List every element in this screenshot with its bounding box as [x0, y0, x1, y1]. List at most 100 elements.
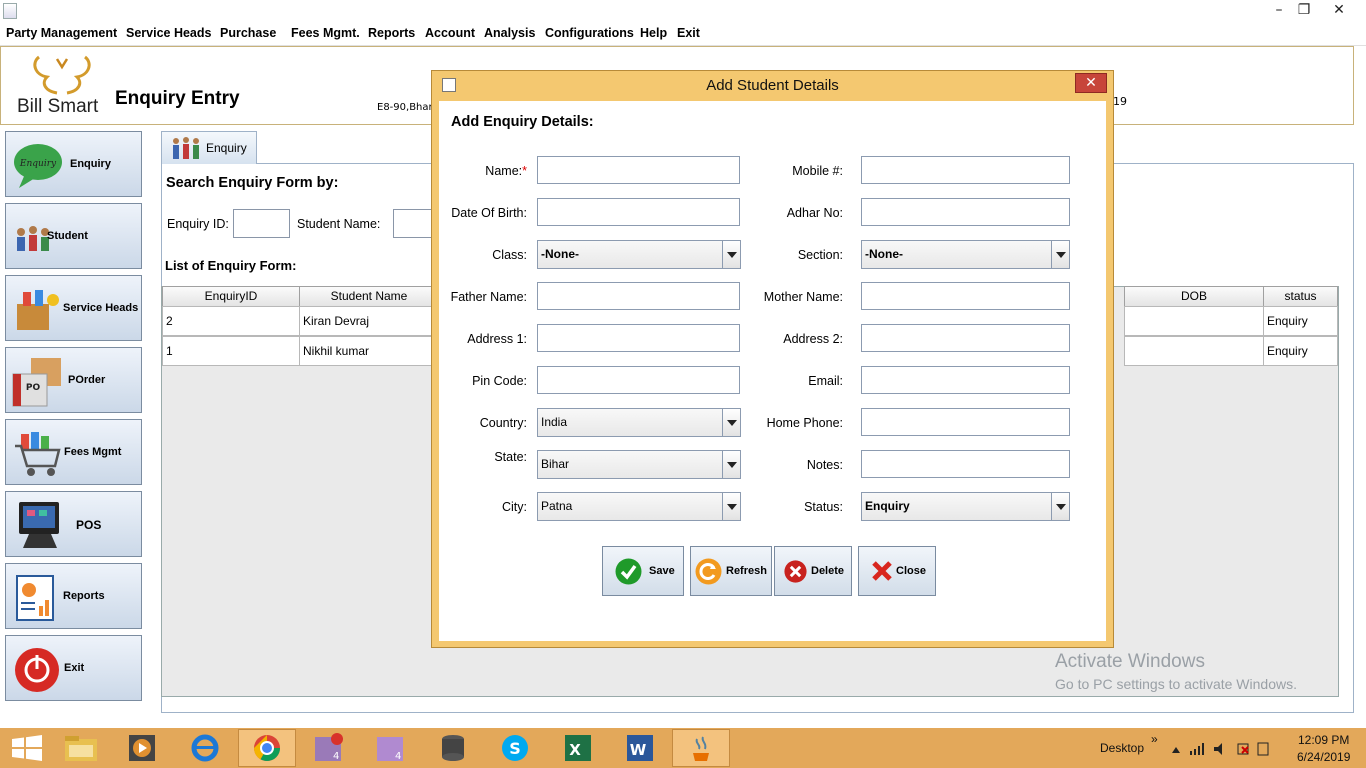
state-label: State:: [494, 450, 527, 464]
city-label: City:: [502, 500, 527, 514]
menu-party-management[interactable]: Party Management: [6, 26, 117, 40]
desktop-toolbar-label[interactable]: Desktop: [1100, 741, 1144, 755]
chevron-down-icon: [722, 409, 740, 436]
column-header-student-name[interactable]: Student Name: [299, 286, 439, 307]
table-cell-name[interactable]: Kiran Devraj: [299, 306, 439, 336]
sidebar-item-exit[interactable]: Exit: [5, 635, 142, 701]
chrome-icon[interactable]: [245, 731, 289, 765]
class-select[interactable]: -None-: [537, 240, 741, 269]
chevron-down-icon: [722, 493, 740, 520]
close-button-label: Close: [896, 565, 926, 577]
skype-icon[interactable]: S: [493, 731, 537, 765]
city-select[interactable]: Patna: [537, 492, 741, 521]
enquiry-id-input[interactable]: [233, 209, 290, 238]
menu-fees-mgmt[interactable]: Fees Mgmt.: [291, 26, 360, 40]
notes-label: Notes:: [806, 458, 843, 472]
column-header-enquiryid[interactable]: EnquiryID: [162, 286, 300, 307]
sidebar-item-label: Student: [47, 230, 88, 242]
file-explorer-icon[interactable]: [59, 731, 103, 765]
menu-help[interactable]: Help: [640, 26, 667, 40]
sidebar-item-label: POrder: [68, 374, 106, 386]
close-button[interactable]: Close: [858, 546, 936, 596]
table-cell-dob[interactable]: [1124, 306, 1264, 336]
purchase-order-icon: PO: [12, 358, 61, 407]
sidebar-item-enquiry[interactable]: Enquiry Enquiry: [5, 131, 142, 197]
table-cell-status[interactable]: Enquiry: [1263, 306, 1338, 336]
menu-configurations[interactable]: Configurations: [545, 26, 634, 40]
media-player-icon[interactable]: [121, 731, 165, 765]
country-select[interactable]: India: [537, 408, 741, 437]
notes-input[interactable]: [861, 450, 1070, 478]
state-select[interactable]: Bihar: [537, 450, 741, 479]
sidebar-item-reports[interactable]: Reports: [5, 563, 142, 629]
student-name-input[interactable]: [393, 209, 433, 238]
sidebar-item-porder[interactable]: PO POrder: [5, 347, 142, 413]
home-phone-label: Home Phone:: [766, 416, 843, 430]
mother-name-input[interactable]: [861, 282, 1070, 310]
bill-smart-logo-icon: [33, 55, 91, 95]
pin-code-input[interactable]: [537, 366, 740, 394]
clock-date[interactable]: 6/24/2019: [1297, 750, 1350, 764]
dialog-close-button[interactable]: ✕: [1075, 73, 1107, 93]
column-header-status[interactable]: status: [1263, 286, 1338, 307]
chevron-down-icon: [722, 241, 740, 268]
dob-input[interactable]: [537, 198, 740, 226]
column-header-dob[interactable]: DOB: [1124, 286, 1264, 307]
address1-label: Address 1:: [467, 332, 527, 346]
sidebar-item-student[interactable]: Student: [5, 203, 142, 269]
table-cell-dob[interactable]: [1124, 336, 1264, 366]
save-button[interactable]: Save: [602, 546, 684, 596]
java-taskbar-icon[interactable]: [679, 731, 723, 765]
dialog-title: Add Student Details: [706, 77, 839, 94]
address1-input[interactable]: [537, 324, 740, 352]
table-row[interactable]: 1: [162, 336, 300, 366]
menu-reports[interactable]: Reports: [368, 26, 415, 40]
sidebar-item-pos[interactable]: POS: [5, 491, 142, 557]
excel-icon[interactable]: X: [555, 731, 599, 765]
sidebar-item-label: POS: [76, 518, 102, 532]
sidebar-item-label: Reports: [63, 590, 105, 602]
close-icon: [872, 561, 892, 581]
database-icon[interactable]: [431, 731, 475, 765]
clock-time[interactable]: 12:09 PM: [1298, 733, 1349, 747]
close-window-button[interactable]: ✕: [1322, 0, 1356, 22]
svg-text:PO: PO: [26, 383, 41, 393]
email-input[interactable]: [861, 366, 1070, 394]
menu-analysis[interactable]: Analysis: [484, 26, 535, 40]
svg-text:S: S: [509, 739, 521, 758]
refresh-button[interactable]: Refresh: [690, 546, 772, 596]
name-input[interactable]: [537, 156, 740, 184]
word-icon[interactable]: W: [617, 731, 661, 765]
home-phone-input[interactable]: [861, 408, 1070, 436]
table-cell-name[interactable]: Nikhil kumar: [299, 336, 439, 366]
delete-button[interactable]: Delete: [774, 546, 852, 596]
mobile-input[interactable]: [861, 156, 1070, 184]
sidebar-item-fees-mgmt[interactable]: Fees Mgmt: [5, 419, 142, 485]
internet-explorer-icon[interactable]: [183, 731, 227, 765]
toolbar-chevron-icon[interactable]: »: [1151, 732, 1158, 746]
system-tray-icons[interactable]: [1170, 741, 1270, 757]
menu-service-heads[interactable]: Service Heads: [126, 26, 211, 40]
table-cell-status[interactable]: Enquiry: [1263, 336, 1338, 366]
table-row[interactable]: 2: [162, 306, 300, 336]
tab-label: Enquiry: [206, 141, 247, 155]
chevron-down-icon: [722, 451, 740, 478]
adhar-input[interactable]: [861, 198, 1070, 226]
menu-account[interactable]: Account: [425, 26, 475, 40]
restore-button[interactable]: ❐: [1287, 0, 1321, 22]
enquiry-bubble-icon: Enquiry: [14, 144, 62, 188]
email-label: Email:: [808, 374, 843, 388]
tab-enquiry[interactable]: Enquiry: [161, 131, 257, 164]
address2-input[interactable]: [861, 324, 1070, 352]
status-select[interactable]: Enquiry: [861, 492, 1070, 521]
photo-app-red-icon[interactable]: 4: [307, 731, 351, 765]
sidebar-item-service-heads[interactable]: Service Heads: [5, 275, 142, 341]
name-label: Name:*: [485, 164, 527, 178]
pos-terminal-icon: [19, 502, 59, 548]
windows-start-icon[interactable]: [4, 731, 48, 765]
menu-exit[interactable]: Exit: [677, 26, 700, 40]
photo-app-icon[interactable]: 4: [369, 731, 413, 765]
menu-purchase[interactable]: Purchase: [220, 26, 276, 40]
father-name-input[interactable]: [537, 282, 740, 310]
section-select[interactable]: -None-: [861, 240, 1070, 269]
